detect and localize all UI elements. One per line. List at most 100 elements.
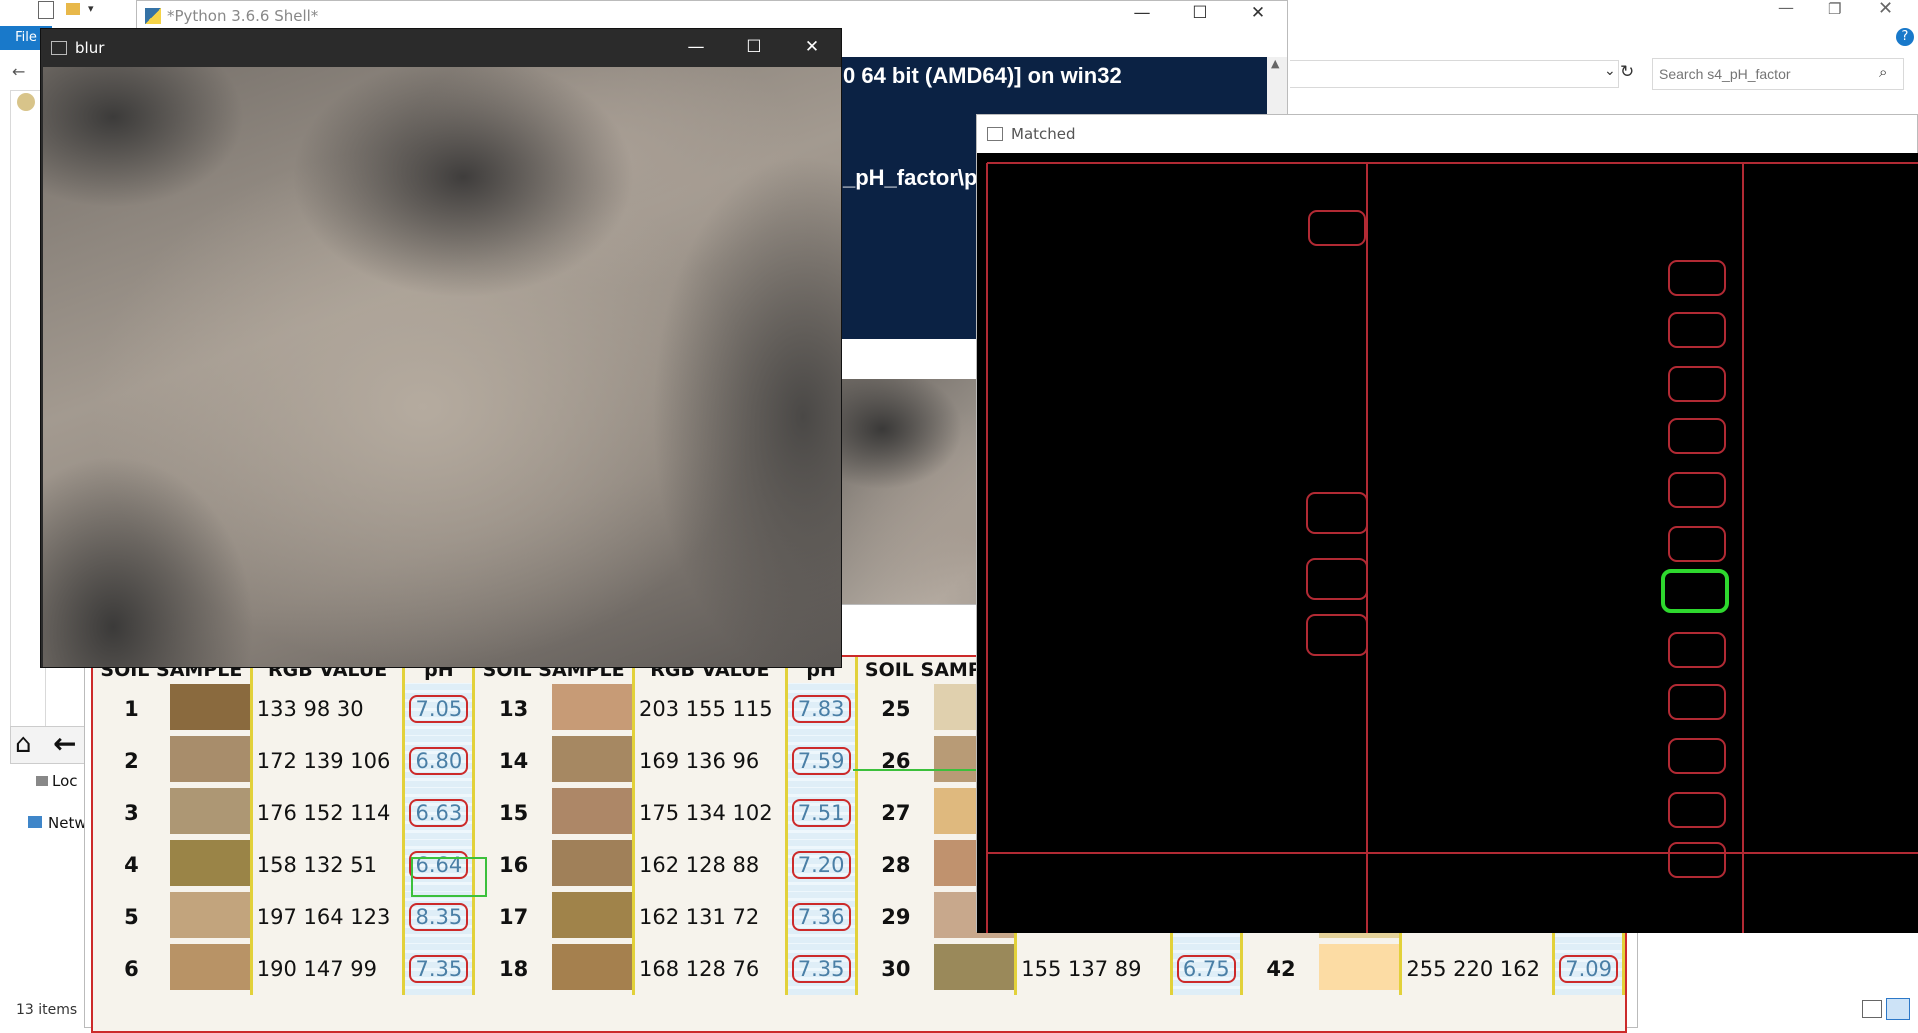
ph-value-cell: 6.80 [403,735,476,787]
ph-value: 7.35 [791,955,851,983]
sample-number: 17 [472,891,552,943]
maximize-icon[interactable]: ☐ [1171,3,1229,23]
back-arrow-bold-icon[interactable]: ← [53,727,76,760]
shell-line-1: 0 64 bit (AMD64)] on win32 [843,63,1122,88]
sample-swatch-cell [169,943,253,995]
explorer-window-controls: — ❐ ✕ [1778,0,1918,22]
address-bar[interactable]: ⌄ [1290,60,1619,88]
rgb-value: 168 128 76 [633,943,788,995]
close-icon[interactable]: ✕ [1878,0,1893,19]
dropdown-arrow-icon[interactable]: ▾ [88,2,94,15]
ph-value: 7.83 [791,695,851,723]
sample-number: 1 [124,697,139,721]
nav-item-local[interactable]: Loc [36,772,78,790]
details-view-icon[interactable] [1862,1000,1882,1018]
soil-color-swatch [552,839,632,886]
sample-swatch-cell [552,943,635,995]
ph-value-cell: 6.63 [403,787,476,839]
rgb-value: 175 134 102 [633,787,788,839]
python-icon [145,8,161,24]
sample-number: 29 [854,891,935,943]
soil-color-swatch [552,787,632,834]
minimize-icon[interactable]: — [1778,0,1794,17]
sample-swatch-cell [934,943,1018,995]
nav-item-label: Loc [52,772,78,790]
sample-number: 5 [124,905,139,929]
ph-value-cell: 7.36 [786,891,858,943]
shell-title: *Python 3.6.6 Shell* [167,7,319,25]
chevron-down-icon[interactable]: ⌄ [1604,63,1616,79]
sample-number: 26 [854,735,935,787]
matched-green-box [1661,569,1729,613]
ph-value-cell: 7.59 [786,735,858,787]
window-app-icon [51,41,67,55]
blur-title: blur [75,39,105,57]
soil-color-swatch [169,735,250,782]
rgb-value: 162 131 72 [633,891,788,943]
back-arrow-icon[interactable]: ← [12,62,25,81]
minimize-icon[interactable]: — [667,37,725,57]
sample-swatch-cell [552,839,635,891]
contour-box [1306,614,1368,656]
search-icon[interactable]: ⌕ [1879,63,1887,81]
sample-swatch-cell [1319,943,1403,995]
shell-line-2: _pH_factor\p [843,165,978,190]
soil-color-swatch [934,943,1015,990]
help-icon[interactable]: ? [1896,28,1914,46]
sample-number: 15 [472,787,552,839]
home-icon[interactable]: ⌂ [15,729,32,759]
sample-number: 13 [472,683,552,735]
minimize-icon[interactable]: — [1113,3,1171,23]
sample-number: 4 [124,853,139,877]
table-row: 6 190 147 99 7.35 18 168 128 76 7.35 30 155 137… [93,943,1625,995]
contour-box [1668,312,1726,348]
maximize-icon[interactable]: ☐ [725,37,783,57]
file-tab-label: File [15,30,37,45]
ph-value: 7.05 [409,695,469,723]
folder-icon[interactable] [66,3,80,15]
rgb-value: 133 98 30 [251,683,406,735]
soil-color-swatch [552,943,632,990]
ph-value-cell: 7.51 [786,787,858,839]
ph-value-cell: 7.83 [786,683,858,735]
contour-box [1668,260,1726,296]
status-bar: 13 items [16,1002,78,1018]
close-icon[interactable]: ✕ [1229,3,1287,23]
rgb-value: 162 128 88 [633,839,788,891]
search-box[interactable]: ⌕ [1652,58,1904,90]
scroll-up-icon[interactable]: ▲ [1271,57,1279,70]
ph-value-cell: 7.05 [403,683,476,735]
contour-box [1306,558,1368,600]
soil-color-swatch [552,891,632,938]
search-input[interactable] [1657,62,1871,86]
contour-box [1306,492,1368,534]
large-icons-view-icon[interactable] [1886,998,1910,1020]
sample-swatch-cell [552,683,635,735]
quick-access-icon[interactable] [17,93,35,111]
ph-value: 7.35 [409,955,469,983]
ph-value: 7.59 [791,747,851,775]
rgb-value: 158 132 51 [251,839,406,891]
blur-window: blur — ☐ ✕ [40,28,842,668]
contour-box [1668,472,1726,508]
ph-value: 7.51 [791,799,851,827]
sample-swatch-cell [552,787,635,839]
ph-value: 7.09 [1559,955,1618,983]
close-icon[interactable]: ✕ [783,37,841,57]
soil-color-swatch [169,943,250,990]
shell-window-controls: — ☐ ✕ [1113,3,1287,23]
soil-color-swatch [552,735,632,782]
restore-icon[interactable]: ❐ [1828,0,1841,18]
ph-value: 6.75 [1176,955,1236,983]
sample-number: 27 [854,787,935,839]
contour-box [1668,366,1726,402]
properties-icon[interactable] [38,1,54,19]
contour-box [1668,632,1726,668]
sample-swatch-cell [169,787,253,839]
ph-value-cell: 8.35 [403,891,476,943]
contour-box [1668,526,1726,562]
refresh-icon[interactable]: ↻ [1620,62,1634,82]
ph-value: 8.35 [409,903,469,931]
sample-swatch-cell [169,891,253,943]
nav-item-network[interactable]: Netw [28,814,87,832]
